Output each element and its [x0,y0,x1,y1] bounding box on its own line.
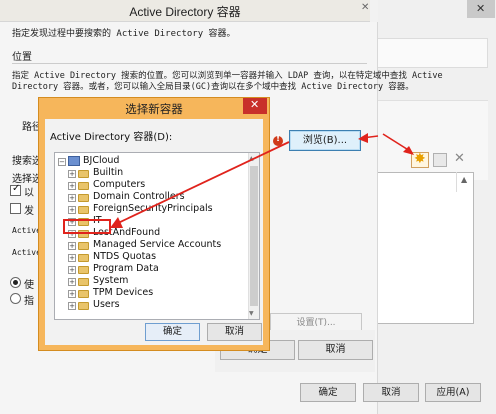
tree-item[interactable]: NTDS Quotas [93,251,156,262]
option-checkbox-2[interactable] [10,203,21,214]
cancel-button[interactable]: 取消 [298,340,373,360]
radio-2-label: 指 [24,296,34,307]
tree-item[interactable]: Program Data [93,263,159,274]
radio-option-1[interactable] [10,277,21,288]
properties-icon[interactable] [433,153,447,167]
new-star-icon[interactable] [411,151,429,168]
expand-icon[interactable]: + [68,266,76,274]
right-window-close-icon[interactable] [467,0,495,18]
folder-icon [78,206,89,214]
folder-icon [78,170,89,178]
folder-icon [78,266,89,274]
active-label-2: Active [12,248,41,257]
browse-button[interactable]: 浏览(B)... [289,130,361,151]
warning-icon [273,134,283,146]
folder-icon [78,278,89,286]
location-description-line2: Directory 容器。或者，您可以输入全局目录(GC)查询以在多个域中查找 … [12,82,414,92]
tree-item[interactable]: TPM Devices [93,287,153,298]
scroll-up-icon[interactable] [456,172,474,192]
expand-icon[interactable]: + [68,278,76,286]
right-window-section [376,100,488,180]
expand-icon[interactable]: + [68,170,76,178]
expand-icon[interactable]: + [68,242,76,250]
checkbox-2-label: 发 [24,206,34,217]
scroll-down-arrow-icon[interactable]: ▼ [249,310,254,317]
tree-root[interactable]: BJCloud [83,155,119,166]
dialog-cancel-button[interactable]: 取消 [207,323,262,341]
tree-item[interactable]: Managed Service Accounts [93,239,221,250]
expand-icon[interactable]: + [68,254,76,262]
expand-icon[interactable]: + [68,290,76,298]
radio-option-2[interactable] [10,293,21,304]
folder-icon [78,242,89,250]
outer-close-icon[interactable] [356,0,376,18]
scroll-up-arrow-icon[interactable]: ▲ [249,155,254,162]
tree-item[interactable]: Computers [93,179,145,190]
container-label: Active Directory 容器(D): [50,132,173,143]
expand-icon[interactable]: + [68,302,76,310]
active-label-1: Active [12,226,41,235]
folder-icon [78,254,89,262]
right-window-panel [376,38,488,68]
bottom-cancel-button[interactable]: 取消 [363,383,419,402]
location-label: 位置 [12,52,32,63]
tree-item[interactable]: ForeignSecurityPrincipals [93,203,213,214]
delete-icon[interactable] [452,151,468,168]
tree-item[interactable]: Users [93,299,120,310]
dialog-ok-button[interactable]: 确定 [145,323,200,341]
tree-item[interactable]: System [93,275,128,286]
tree-item[interactable]: Domain Controllers [93,191,185,202]
folder-icon [78,302,89,310]
folder-icon [78,290,89,298]
apply-button[interactable]: 应用(A) [425,383,481,402]
expand-icon[interactable]: + [68,206,76,214]
container-tree[interactable]: − BJCloud + Builtin + Computers + Domain Cont… [54,152,260,320]
dialog-close-icon[interactable] [243,98,267,114]
tree-item[interactable]: Builtin [93,167,123,178]
bottom-ok-button[interactable]: 确定 [300,383,356,402]
tree-scrollbar-thumb[interactable] [250,166,258,306]
highlight-box [63,219,111,234]
folder-icon [78,194,89,202]
outer-description: 指定发现过程中要搜索的 Active Directory 容器。 [12,29,236,39]
expand-icon[interactable]: + [68,182,76,190]
checkbox-1-label: 以 [24,188,34,199]
radio-1-label: 使 [24,280,34,291]
domain-icon [68,156,80,166]
folder-icon [78,182,89,190]
collapse-icon[interactable]: − [58,158,66,166]
expand-icon[interactable]: + [68,194,76,202]
option-checkbox-1[interactable] [10,183,21,196]
outer-window-title: Active Directory 容器 [129,5,241,19]
divider [12,63,367,64]
dialog-title: 选择新容器 [125,102,183,116]
